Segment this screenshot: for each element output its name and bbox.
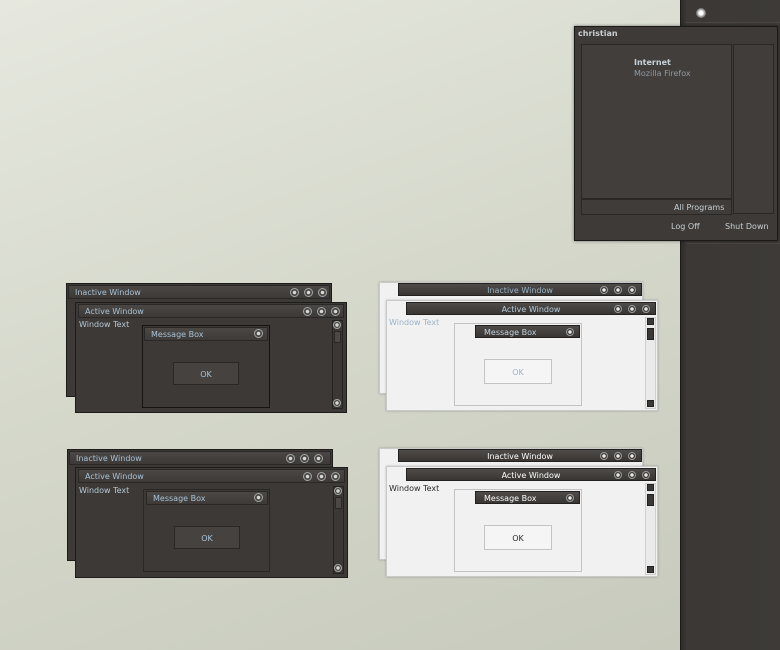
minimize-icon[interactable] [614,471,622,479]
message-box-title: Message Box [144,327,268,341]
message-box-close-icon[interactable] [254,493,263,502]
shut-down-button[interactable]: Shut Down [725,222,769,231]
window-text: Window Text [79,486,130,495]
pinned-internet-subtitle[interactable]: Mozilla Firefox [634,69,691,78]
start-menu-places-pane [733,44,774,214]
minimize-icon[interactable] [600,286,608,294]
start-menu-programs-pane [581,44,732,199]
scrollbar-thumb[interactable] [647,328,654,340]
maximize-icon[interactable] [300,454,309,463]
close-icon[interactable] [628,452,636,460]
start-menu-user-name: christian [578,29,618,38]
message-box-title: Message Box [475,325,580,338]
scroll-down-icon[interactable] [333,399,341,407]
message-box-close-icon[interactable] [254,329,263,338]
minimize-icon[interactable] [290,288,299,297]
start-orb-icon[interactable] [696,8,706,18]
close-icon[interactable] [314,454,323,463]
all-programs-button[interactable]: All Programs [674,203,724,212]
message-box-close-icon[interactable] [566,328,574,336]
message-box-title: Message Box [146,491,268,505]
close-icon[interactable] [642,471,650,479]
message-box-close-icon[interactable] [566,494,574,502]
maximize-icon[interactable] [304,288,313,297]
close-icon[interactable] [318,288,327,297]
close-icon[interactable] [331,472,340,481]
ok-button[interactable]: OK [173,362,239,385]
close-icon[interactable] [642,305,650,313]
inactive-window-titlebar: Inactive Window [68,285,330,299]
ok-button[interactable]: OK [484,525,552,550]
ok-button[interactable]: OK [484,359,552,384]
minimize-icon[interactable] [303,472,312,481]
active-window-titlebar: Active Window [78,304,344,318]
maximize-icon[interactable] [317,307,326,316]
minimize-icon[interactable] [614,305,622,313]
scroll-up-icon[interactable] [333,321,341,329]
maximize-icon[interactable] [614,286,622,294]
scrollbar-thumb[interactable] [335,497,342,509]
scroll-up-icon[interactable] [334,487,342,495]
maximize-icon[interactable] [628,305,636,313]
window-text: Window Text [79,320,130,329]
scroll-down-icon[interactable] [647,400,654,407]
close-icon[interactable] [628,286,636,294]
active-window-title: Active Window [85,307,144,316]
window-text: Window Text [389,318,440,327]
minimize-icon[interactable] [286,454,295,463]
maximize-icon[interactable] [317,472,326,481]
log-off-button[interactable]: Log Off [671,222,700,231]
inactive-window-title: Inactive Window [76,454,142,463]
minimize-icon[interactable] [600,452,608,460]
active-window-title: Active Window [85,472,144,481]
scroll-up-icon[interactable] [647,484,654,491]
scrollbar-thumb[interactable] [647,494,654,506]
scroll-down-icon[interactable] [647,566,654,573]
active-window-titlebar: Active Window [78,469,345,483]
scrollbar-thumb[interactable] [334,331,341,343]
window-text: Window Text [389,484,440,493]
maximize-icon[interactable] [628,471,636,479]
pinned-internet-title[interactable]: Internet [634,58,671,67]
scroll-up-icon[interactable] [647,318,654,325]
scroll-down-icon[interactable] [334,564,342,572]
taskbar-divider [686,22,780,23]
taskbar-divider [686,243,780,244]
inactive-window-title: Inactive Window [75,288,141,297]
close-icon[interactable] [331,307,340,316]
maximize-icon[interactable] [614,452,622,460]
inactive-window-titlebar: Inactive Window [69,451,331,465]
message-box-title: Message Box [475,491,580,504]
minimize-icon[interactable] [303,307,312,316]
ok-button[interactable]: OK [174,526,240,549]
